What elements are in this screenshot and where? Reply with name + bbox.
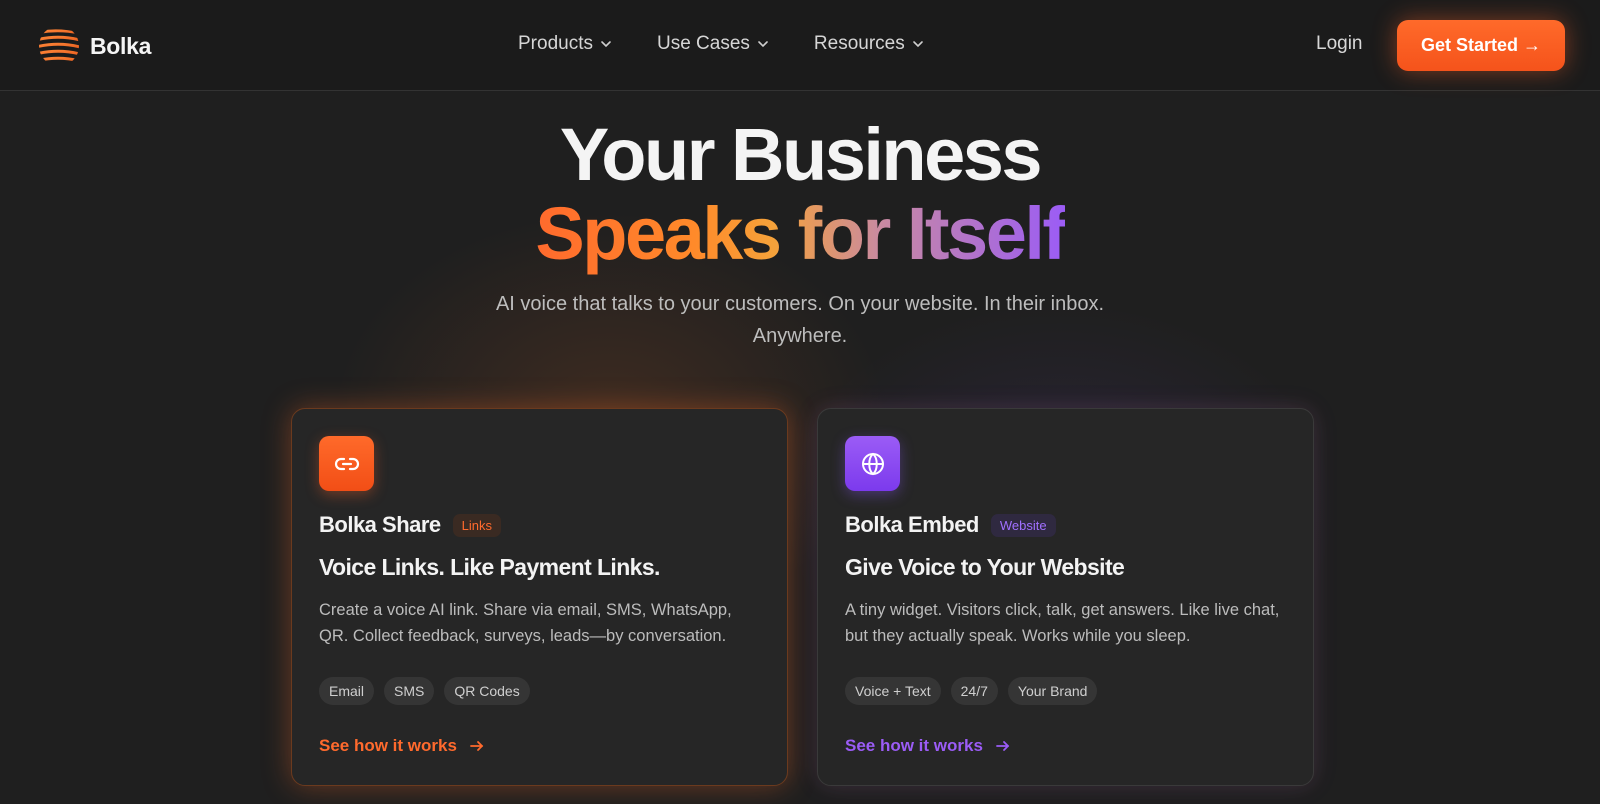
nav-resources-label: Resources [813,33,905,54]
card-badge: Website [990,513,1056,537]
link-icon [319,436,374,491]
card-link-label: See how it works [319,736,457,755]
chevron-down-icon [601,41,611,48]
card-tags: Voice + Text 24/7 Your Brand [845,677,1098,705]
hero-title-line2: Speaks for Itself [0,191,1600,276]
login-link[interactable]: Login [1316,33,1363,55]
page: Bolka Products Use Cases Resources Login… [0,0,1600,804]
tag: Email [319,677,375,705]
hero-title-line1: Your Business [559,113,1043,196]
see-how-it-works-link[interactable]: See how it works [845,736,1011,756]
top-navbar: Bolka Products Use Cases Resources Login… [0,0,1600,91]
bolka-logo-icon [39,29,79,63]
get-started-button[interactable]: Get Started → [1397,20,1565,71]
tag: SMS [384,677,435,705]
card-description: Create a voice AI link. Share via email,… [319,601,732,645]
card-product-name: Bolka Embed [845,512,979,537]
card-badge: Links [452,513,502,537]
globe-icon [845,436,900,491]
chevron-down-icon [912,41,923,48]
card-headline: Give Voice to Your Website [845,554,1125,580]
tag: Voice + Text [845,677,941,705]
nav-products-label: Products [518,33,593,54]
card-title-row: Bolka Embed Website [845,512,1056,538]
arrow-right-icon [470,741,484,751]
arrow-right-icon [996,741,1010,751]
tag: 24/7 [950,677,998,705]
card-product-name: Bolka Share [319,512,441,537]
card-headline: Voice Links. Like Payment Links. [319,554,660,580]
product-card-embed: Bolka Embed Website Give Voice to Your W… [817,408,1314,786]
chevron-down-icon [758,41,768,48]
nav-use-cases-label: Use Cases [656,33,750,54]
card-description: A tiny widget. Visitors click, talk, get… [845,601,1280,645]
main-nav: Products Use Cases Resources [518,33,925,55]
product-card-share: Bolka Share Links Voice Links. Like Paym… [291,408,788,786]
hero-subtitle: AI voice that talks to your customers. O… [495,293,1105,347]
card-link-label: See how it works [845,736,983,755]
nav-resources[interactable]: Resources [814,33,925,55]
card-tags: Email SMS QR Codes [319,677,530,705]
brand-name: Bolka [90,32,152,59]
tag: Your Brand [1007,677,1098,705]
hero-title-gradient-text: Speaks for Itself [535,192,1067,275]
nav-use-cases[interactable]: Use Cases [657,33,770,55]
card-title-row: Bolka Share Links [319,512,502,538]
brand-home-link[interactable]: Bolka [38,25,151,67]
nav-products[interactable]: Products [518,33,613,55]
tag: QR Codes [444,677,530,705]
see-how-it-works-link[interactable]: See how it works [319,736,485,756]
